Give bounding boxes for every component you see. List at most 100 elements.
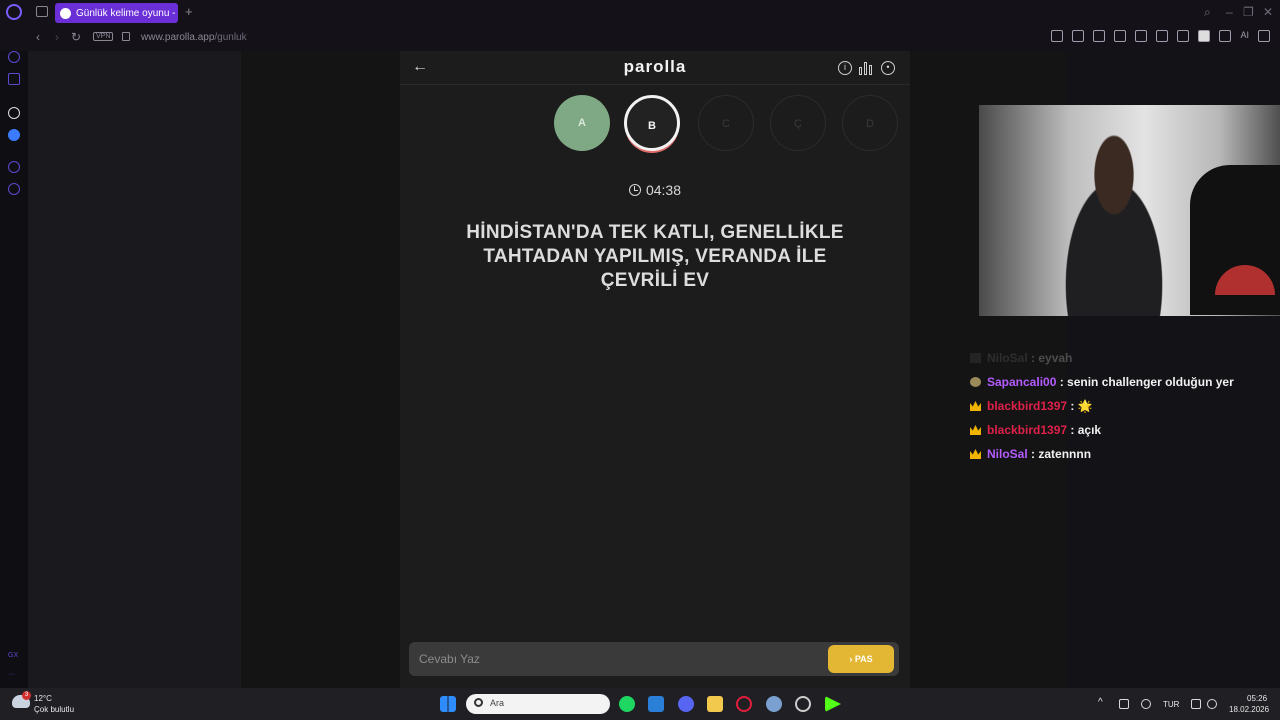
answer-input[interactable] [419,642,819,676]
chat-text: zatennnn [1038,447,1092,461]
game-panel: ← parolla i • A B C Ç D 04:38 HİNDİSTAN'… [400,51,910,688]
close-icon[interactable]: ✕ [1263,5,1273,19]
vpn-badge[interactable]: VPN [93,32,114,41]
sidebar-gx-label[interactable]: GX [8,652,18,659]
mail-icon[interactable] [648,696,664,712]
letter-circle-c-cedilla: Ç [770,95,826,151]
sprout-badge-icon [970,377,981,387]
new-tab-icon[interactable]: + [185,4,193,19]
opera-gx-icon[interactable] [736,696,752,712]
crown-badge-icon [970,449,981,459]
weather-badge: 3 [22,691,31,700]
url-path: /gunluk [214,32,247,43]
profile-icon[interactable]: • [881,61,895,75]
file-explorer-icon[interactable] [707,696,723,712]
forward-icon[interactable]: › [55,30,59,44]
stream-chat: NiloSal : eyvah Sapancali00 : senin chal… [970,346,1270,466]
taskbar-search[interactable]: Ara [466,694,610,714]
pass-button[interactable]: › PAS [828,645,894,673]
sidebar-settings-icon[interactable] [8,183,20,195]
sidebar-chatgpt-icon[interactable] [8,107,20,119]
browser-sidebar: GX ··· [0,51,28,688]
chat-badge-icon [970,353,981,363]
question-text: HİNDİSTAN'DA TEK KATLI, GENELLİKLE TAHTA… [440,221,870,293]
letter-circle-d: D [842,95,898,151]
letter-progress: A B C Ç D [400,94,910,154]
chat-message: blackbird1397 : 🌟 [970,394,1270,418]
sidebar-history-icon[interactable] [8,161,20,173]
sidebar-more-icon[interactable]: ··· [8,671,15,678]
tray-sync-icon[interactable] [1119,699,1129,709]
search-placeholder: Ara [490,698,505,708]
lock-icon[interactable] [122,32,130,41]
tray-chevron-icon[interactable]: ^ [1098,697,1103,708]
tray-volume-icon[interactable] [1207,699,1217,709]
steam-icon[interactable] [795,696,811,712]
restore-icon[interactable]: ❐ [1243,5,1254,19]
chat-text: eyvah [1038,351,1073,365]
info-icon[interactable]: i [838,61,852,75]
url-field[interactable]: www.parolla.app/gunluk [141,32,247,43]
translate-icon[interactable] [1114,30,1127,42]
site-logo[interactable]: parolla [400,57,910,77]
answer-bar: › PAS [409,642,899,676]
question-line: HİNDİSTAN'DA TEK KATLI, GENELLİKLE [466,222,844,243]
chat-username: NiloSal [987,351,1028,365]
chat-message: Sapancali00 : senin challenger olduğun y… [970,370,1270,394]
extensions-icon[interactable] [1177,30,1190,42]
sidebar-messenger-m-icon[interactable] [8,73,20,85]
chat-text: senin challenger olduğun yer [1067,375,1234,389]
back-icon[interactable]: ‹ [36,30,40,44]
chat-message: NiloSal : eyvah [970,346,1270,370]
chat-emote-icon: 🌟 [1077,399,1093,413]
minimize-icon[interactable]: – [1226,5,1233,19]
search-icon [474,698,483,707]
clock-time[interactable]: 05:26 [1247,694,1267,703]
weather-desc[interactable]: Çok bulutlu [34,705,74,714]
question-line: ÇEVRİLİ EV [600,270,710,291]
clock-date[interactable]: 18.02.2026 [1229,705,1269,714]
crown-badge-icon [970,401,981,411]
tray-monitor-icon[interactable] [1191,699,1201,709]
reload-icon[interactable]: ↻ [71,30,81,44]
chat-username: Sapancali00 [987,375,1057,389]
favicon-icon [60,7,71,19]
url-domain: www.parolla.app [141,32,215,43]
tray-mic-icon[interactable] [1141,699,1151,709]
snapshot-icon[interactable] [1072,30,1085,42]
chat-message: blackbird1397 : açık [970,418,1270,442]
chevron-right-icon: › [849,654,853,664]
download-icon[interactable] [1219,30,1232,42]
search-tabs-icon[interactable]: ⌕ [1204,5,1211,20]
browser-tab-active[interactable]: Günlük kelime oyunu - par [55,3,178,23]
tab-islands-icon[interactable] [36,6,48,17]
play-icon[interactable] [1135,30,1148,42]
browser-tab-bar: Günlük kelime oyunu - par + ⌕ – ❐ ✕ [0,0,1280,25]
opera-logo-icon[interactable] [6,4,22,20]
windows-taskbar: 3 12°C Çok bulutlu Ara ^ TUR 05:26 18.02… [0,688,1280,720]
sidebar-messenger-icon[interactable] [8,129,20,141]
windows-start-icon[interactable] [440,696,456,712]
webcam-overlay [979,105,1280,316]
stats-icon[interactable] [859,62,873,75]
ai-button[interactable]: AI [1240,30,1249,42]
tab-title: Günlük kelime oyunu - par [76,7,178,19]
sidebar-refresh-icon[interactable] [8,51,20,63]
game-header: ← parolla i • [400,51,910,85]
language-indicator[interactable]: TUR [1163,700,1179,709]
pin-icon[interactable] [1051,30,1064,42]
timer-value: 04:38 [645,182,682,198]
discord-icon[interactable] [678,696,694,712]
kick-icon[interactable] [825,696,841,712]
heart-icon[interactable] [1156,30,1169,42]
page-left-gutter [28,51,241,688]
chat-text: açık [1077,423,1102,437]
menu-icon[interactable] [1258,30,1270,42]
clock-icon [628,184,641,196]
profile-icon[interactable] [1198,30,1211,42]
question-line: TAHTADAN YAPILMIŞ, VERANDA İLE [483,246,827,267]
app-icon[interactable] [766,696,782,712]
shield-icon[interactable] [1093,30,1106,42]
weather-temp[interactable]: 12°C [34,694,52,703]
spotify-icon[interactable] [619,696,635,712]
